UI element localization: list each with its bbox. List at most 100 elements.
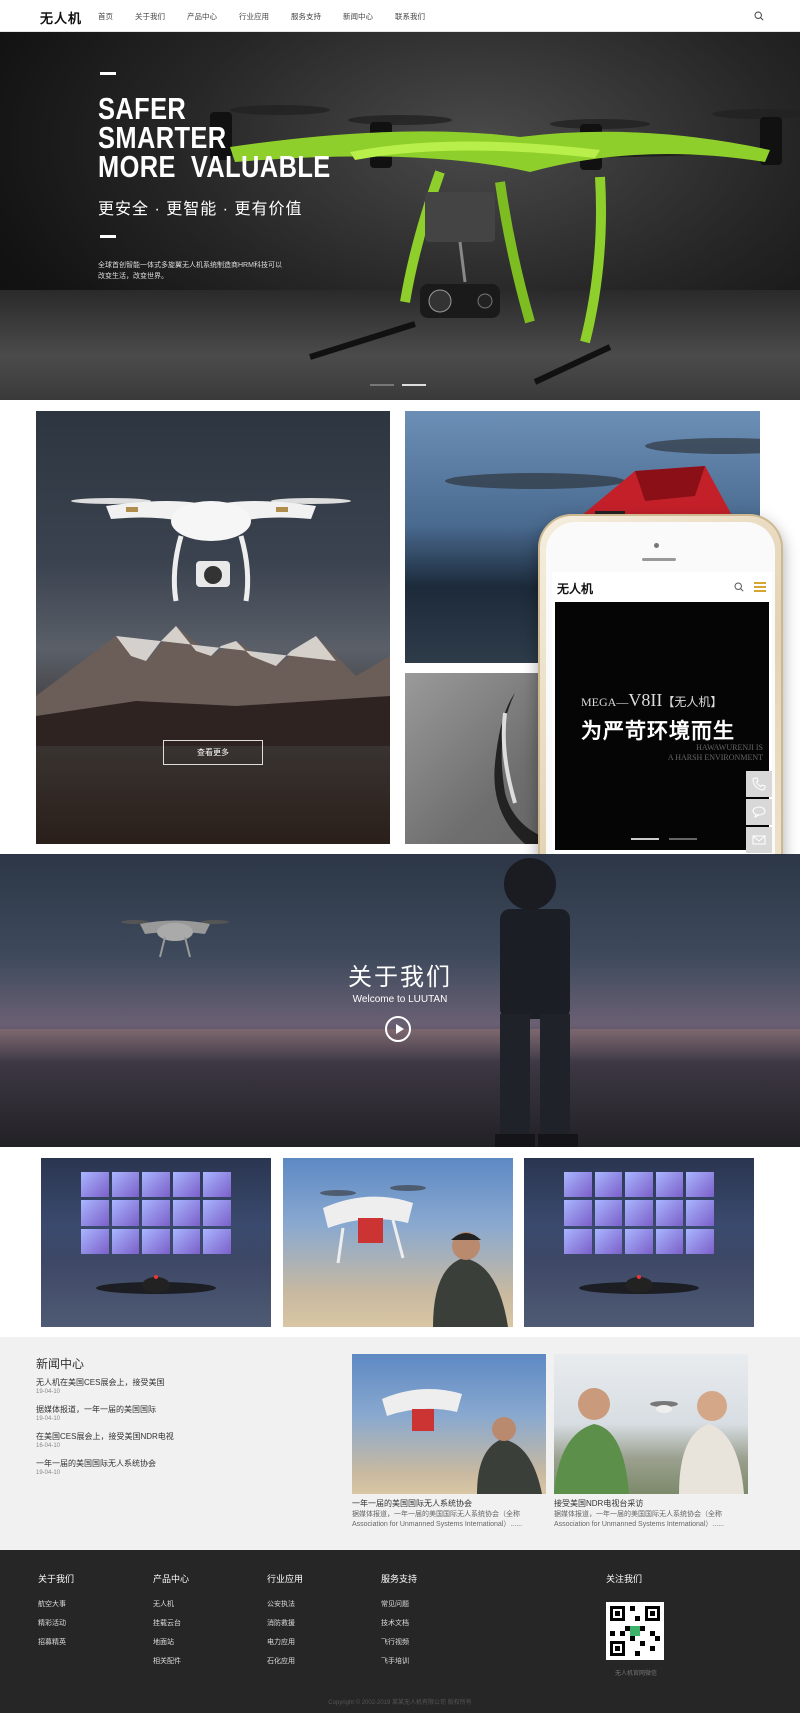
hero-description: 全球首创智能一体式多旋翼无人机系统制造商HRM科技可以改变生活，改变世界。 [98, 262, 282, 280]
news-item-date: 19-04-10 [36, 1470, 61, 1476]
drone-and-pilot-image [320, 1185, 508, 1327]
news-list-item[interactable]: 在美国CES展会上，接受美国NDR电视 16-04-10 [36, 1431, 296, 1450]
footer-link[interactable]: 公安执法 [267, 1595, 303, 1614]
news-item-date: 19-04-10 [36, 1416, 61, 1422]
gallery-card-mountain[interactable]: 查看更多 [36, 411, 390, 844]
footer-link[interactable]: 消防救援 [267, 1614, 303, 1633]
news-item-title[interactable]: 据媒体报道，一年一届的美国国际 [36, 1404, 296, 1415]
news-item-title[interactable]: 一年一届的美国国际无人系统协会 [36, 1458, 296, 1469]
search-icon[interactable] [754, 11, 764, 21]
feature-photo-control-room-1[interactable] [41, 1158, 271, 1327]
wechat-qr-code [606, 1602, 664, 1660]
news-item-title[interactable]: 在美国CES展会上，接受美国NDR电视 [36, 1431, 296, 1442]
news-item-date: 16-04-10 [36, 1443, 61, 1449]
mobile-slide-dot-2[interactable] [669, 838, 697, 840]
footer-link[interactable]: 电力应用 [267, 1633, 303, 1652]
footer-link[interactable]: 常见问题 [381, 1595, 417, 1614]
news-card[interactable]: 一年一届的美国国际无人系统协会 据媒体报道，一年一届的美国国际无人系统协会（全称… [352, 1354, 546, 1530]
news-card-title[interactable]: 一年一届的美国国际无人系统协会 [352, 1499, 546, 1509]
video-wall [564, 1172, 714, 1254]
mobile-search-icon[interactable] [734, 582, 744, 592]
about-section: 关于我们 Welcome to LUUTAN [0, 854, 800, 1147]
chat-contact-button[interactable] [746, 799, 772, 825]
nav-home[interactable]: 首页 [98, 11, 113, 22]
footer-link[interactable]: 航空大事 [38, 1595, 74, 1614]
feature-photo-control-room-2[interactable] [524, 1158, 754, 1327]
news-list-item[interactable]: 一年一届的美国国际无人系统协会 19-04-10 [36, 1458, 296, 1477]
footer-column-title: 行业应用 [267, 1574, 304, 1584]
site-header: 无人机 首页 关于我们 产品中心 行业应用 服务支持 新闻中心 联系我们 [0, 0, 800, 32]
footer-column-title: 关于我们 [38, 1574, 75, 1584]
footer-link[interactable]: 飞手培训 [381, 1652, 417, 1671]
phone-icon [752, 777, 766, 791]
view-more-button[interactable]: 查看更多 [163, 740, 263, 765]
news-heading: 新闻中心 [36, 1357, 85, 1371]
hero-cn-title: 更安全 · 更智能 · 更有价值 [98, 201, 303, 218]
phone-contact-button[interactable] [746, 771, 772, 797]
mail-contact-button[interactable] [746, 827, 772, 853]
slide-dot-2[interactable] [402, 384, 426, 386]
white-drone-image [71, 498, 351, 602]
hero-slogan: SAFER SMARTER MORE VALUABLE [98, 91, 331, 182]
mountain-image [36, 626, 390, 746]
mobile-hero-title: 为严苛环境而生 [581, 720, 735, 743]
hero-dash-bottom [100, 235, 116, 238]
news-list-item[interactable]: 据媒体报道，一年一届的美国国际 19-04-10 [36, 1404, 296, 1423]
footer-link[interactable]: 招募精英 [38, 1633, 74, 1652]
news-section: 新闻中心 无人机在美国CES展会上，接受美国 19-04-10 据媒体报道，一年… [0, 1337, 800, 1550]
footer-column-title: 产品中心 [153, 1574, 190, 1584]
news-card-image[interactable] [554, 1354, 748, 1494]
nav-industry[interactable]: 行业应用 [239, 11, 269, 22]
news-list: 无人机在美国CES展会上，接受美国 19-04-10 据媒体报道，一年一届的美国… [36, 1377, 296, 1485]
feature-photos [0, 1147, 800, 1337]
footer-column-follow: 关注我们 [606, 1572, 642, 1595]
mobile-logo[interactable]: 无人机 [557, 580, 593, 597]
nav-about[interactable]: 关于我们 [135, 11, 165, 22]
news-item-title[interactable]: 无人机在美国CES展会上，接受美国 [36, 1377, 296, 1388]
nav-news[interactable]: 新闻中心 [343, 11, 373, 22]
footer-link[interactable]: 石化应用 [267, 1652, 303, 1671]
phone-speaker [642, 558, 676, 561]
site-logo[interactable]: 无人机 [40, 8, 82, 27]
news-card-title[interactable]: 接受美国NDR电视台采访 [554, 1499, 748, 1509]
feature-photo-pilot[interactable] [283, 1158, 513, 1327]
nav-service[interactable]: 服务支持 [291, 11, 321, 22]
news-list-item[interactable]: 无人机在美国CES展会上，接受美国 19-04-10 [36, 1377, 296, 1396]
about-title: 关于我们 [348, 964, 452, 991]
hexacopter-image [96, 1275, 216, 1294]
footer-link[interactable]: 相关配件 [153, 1652, 189, 1671]
two-men-image [554, 1388, 744, 1494]
play-video-icon[interactable] [385, 1016, 411, 1042]
phone-camera [654, 543, 659, 548]
hero-banner: SAFER SMARTER MORE VALUABLE 更安全 · 更智能 · … [0, 32, 800, 400]
floating-contact-bar [746, 771, 772, 855]
footer-link[interactable]: 无人机 [153, 1595, 189, 1614]
hexacopter-image [579, 1275, 699, 1294]
mobile-sub-line2: A HARSH ENVIRONMENT [667, 753, 763, 762]
video-wall [81, 1172, 231, 1254]
nav-contact[interactable]: 联系我们 [395, 11, 425, 22]
mobile-hero-subtitle: HAWAWURENJI IS A HARSH ENVIRONMENT [668, 743, 763, 763]
footer-column-service: 服务支持 常见问题 技术文档 飞行视频 飞手培训 [381, 1572, 417, 1671]
footer-link[interactable]: 挂载云台 [153, 1614, 189, 1633]
slide-dot-1[interactable] [370, 384, 394, 386]
news-card[interactable]: 接受美国NDR电视台采访 据媒体报道，一年一届的美国国际无人系统协会（全称Ass… [554, 1354, 748, 1530]
mobile-slide-dot-1[interactable] [631, 838, 659, 840]
mobile-menu-icon[interactable] [754, 582, 766, 592]
hero-dash-top [100, 72, 116, 75]
footer-link[interactable]: 飞行视频 [381, 1633, 417, 1652]
mobile-hero-banner: MEGA—V8II【无人机】 为严苛环境而生 HAWAWURENJI IS A … [555, 602, 769, 850]
mobile-sub-line1: HAWAWURENJI IS [696, 743, 763, 752]
nav-products[interactable]: 产品中心 [187, 11, 217, 22]
news-card-image[interactable] [352, 1354, 546, 1494]
hero-slogan-line1: SAFER [98, 91, 187, 126]
chat-icon [752, 806, 766, 818]
footer-link[interactable]: 技术文档 [381, 1614, 417, 1633]
hero-slogan-line2: SMARTER [98, 120, 227, 155]
footer-link[interactable]: 地面站 [153, 1633, 189, 1652]
footer-column-about: 关于我们 航空大事 精彩活动 招募精英 [38, 1572, 74, 1652]
mobile-mega-text: MEGA— [581, 695, 629, 709]
footer-link[interactable]: 精彩活动 [38, 1614, 74, 1633]
main-nav: 首页 关于我们 产品中心 行业应用 服务支持 新闻中心 联系我们 [98, 11, 447, 22]
mobile-hero-model: MEGA—V8II【无人机】 [581, 690, 722, 711]
